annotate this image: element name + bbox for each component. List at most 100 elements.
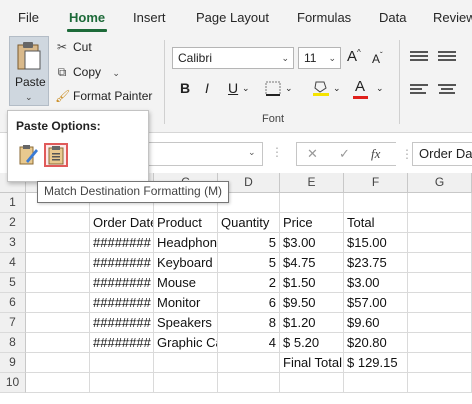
font-name-select[interactable]: Calibri ⌄ [172, 47, 294, 69]
cell[interactable] [90, 373, 154, 393]
tab-file[interactable]: File [18, 10, 39, 25]
underline-button[interactable]: U [228, 80, 238, 96]
cell[interactable]: Price [280, 213, 344, 233]
cell[interactable]: Final Total [280, 353, 344, 373]
column-header[interactable]: E [280, 173, 344, 193]
tab-data[interactable]: Data [379, 10, 406, 25]
decrease-font-size-icon[interactable]: Aˇ [372, 51, 383, 66]
fill-color-icon[interactable] [312, 79, 330, 97]
cell[interactable]: $1.50 [280, 273, 344, 293]
chevron-down-icon[interactable]: ⌄ [333, 83, 341, 94]
cell[interactable]: $9.50 [280, 293, 344, 313]
cell[interactable] [280, 193, 344, 213]
cell[interactable]: $3.00 [280, 233, 344, 253]
cell[interactable]: Product [154, 213, 218, 233]
cell[interactable]: ######## [90, 293, 154, 313]
formula-input[interactable]: Order Date [412, 142, 472, 166]
row-header[interactable]: 6 [0, 293, 26, 313]
tab-home[interactable]: Home [69, 10, 105, 25]
cell[interactable]: $1.20 [280, 313, 344, 333]
cell[interactable]: $9.60 [344, 313, 408, 333]
cell[interactable] [408, 273, 472, 293]
chevron-down-icon[interactable]: ⌄ [376, 83, 384, 94]
tab-insert[interactable]: Insert [133, 10, 166, 25]
column-header[interactable]: G [408, 173, 472, 193]
cell[interactable] [408, 293, 472, 313]
cell[interactable] [26, 333, 90, 353]
cell[interactable] [26, 373, 90, 393]
tab-page-layout[interactable]: Page Layout [196, 10, 269, 25]
row-header[interactable]: 5 [0, 273, 26, 293]
cell[interactable] [90, 353, 154, 373]
row-header[interactable]: 10 [0, 373, 26, 393]
row-header[interactable]: 9 [0, 353, 26, 373]
cell[interactable] [218, 353, 280, 373]
cell[interactable] [280, 373, 344, 393]
cell[interactable] [154, 353, 218, 373]
match-destination-formatting-icon[interactable] [44, 143, 68, 167]
cell[interactable] [408, 233, 472, 253]
cell[interactable] [408, 353, 472, 373]
increase-font-size-icon[interactable]: A^ [347, 48, 361, 65]
chevron-down-icon[interactable]: ⌄ [242, 83, 250, 94]
cell[interactable]: $23.75 [344, 253, 408, 273]
copy-dropdown-icon[interactable]: ⌄ [112, 68, 120, 78]
cell[interactable]: 6 [218, 293, 280, 313]
cell[interactable]: Quantity [218, 213, 280, 233]
cell[interactable]: ######## [90, 253, 154, 273]
cell[interactable]: $ 5.20 [280, 333, 344, 353]
cell[interactable] [26, 353, 90, 373]
cell[interactable]: 5 [218, 253, 280, 273]
format-painter-button[interactable]: 🖌 Format Painter [55, 89, 152, 103]
cell[interactable] [408, 333, 472, 353]
cell[interactable]: $20.80 [344, 333, 408, 353]
row-header[interactable]: 4 [0, 253, 26, 273]
cell[interactable]: 5 [218, 233, 280, 253]
cell[interactable]: 2 [218, 273, 280, 293]
cell[interactable] [344, 373, 408, 393]
cell[interactable] [408, 193, 472, 213]
borders-icon[interactable] [265, 81, 283, 97]
insert-function-icon[interactable]: fx [371, 146, 380, 162]
italic-button[interactable]: I [205, 80, 209, 96]
cell[interactable]: $15.00 [344, 233, 408, 253]
cell[interactable] [26, 233, 90, 253]
cell[interactable]: ######## [90, 273, 154, 293]
chevron-down-icon[interactable]: ⌄ [248, 147, 256, 158]
font-color-button[interactable]: A [355, 78, 365, 95]
cut-button[interactable]: ✂ Cut [55, 40, 92, 54]
bold-button[interactable]: B [180, 80, 190, 96]
row-header[interactable]: 1 [0, 193, 26, 213]
cell[interactable] [26, 273, 90, 293]
cell[interactable] [26, 213, 90, 233]
cell[interactable]: Mouse [154, 273, 218, 293]
row-header[interactable]: 2 [0, 213, 26, 233]
top-align-icon[interactable] [410, 51, 428, 63]
paste-button[interactable]: Paste ⌄ [9, 36, 49, 106]
cell[interactable]: Keyboard [154, 253, 218, 273]
row-header[interactable]: 8 [0, 333, 26, 353]
cell[interactable]: 4 [218, 333, 280, 353]
chevron-down-icon[interactable]: ⌄ [285, 83, 293, 94]
cell[interactable] [408, 373, 472, 393]
cell[interactable] [218, 373, 280, 393]
tab-formulas[interactable]: Formulas [297, 10, 351, 25]
row-header[interactable]: 7 [0, 313, 26, 333]
cell[interactable]: ######## [90, 313, 154, 333]
column-header[interactable]: F [344, 173, 408, 193]
cell[interactable] [26, 253, 90, 273]
cell[interactable]: Headphones [154, 233, 218, 253]
middle-align-icon[interactable] [438, 51, 456, 63]
cell[interactable]: Speakers [154, 313, 218, 333]
center-align-icon[interactable] [438, 84, 456, 96]
cell[interactable] [344, 193, 408, 213]
cell[interactable] [408, 253, 472, 273]
font-size-select[interactable]: 11 ⌄ [298, 47, 341, 69]
cell[interactable] [154, 373, 218, 393]
cell[interactable]: $4.75 [280, 253, 344, 273]
cell[interactable]: $57.00 [344, 293, 408, 313]
cell[interactable]: ######## [90, 233, 154, 253]
cell[interactable]: Graphic Card [154, 333, 218, 353]
cell[interactable]: Order Date [90, 213, 154, 233]
row-header[interactable]: 3 [0, 233, 26, 253]
